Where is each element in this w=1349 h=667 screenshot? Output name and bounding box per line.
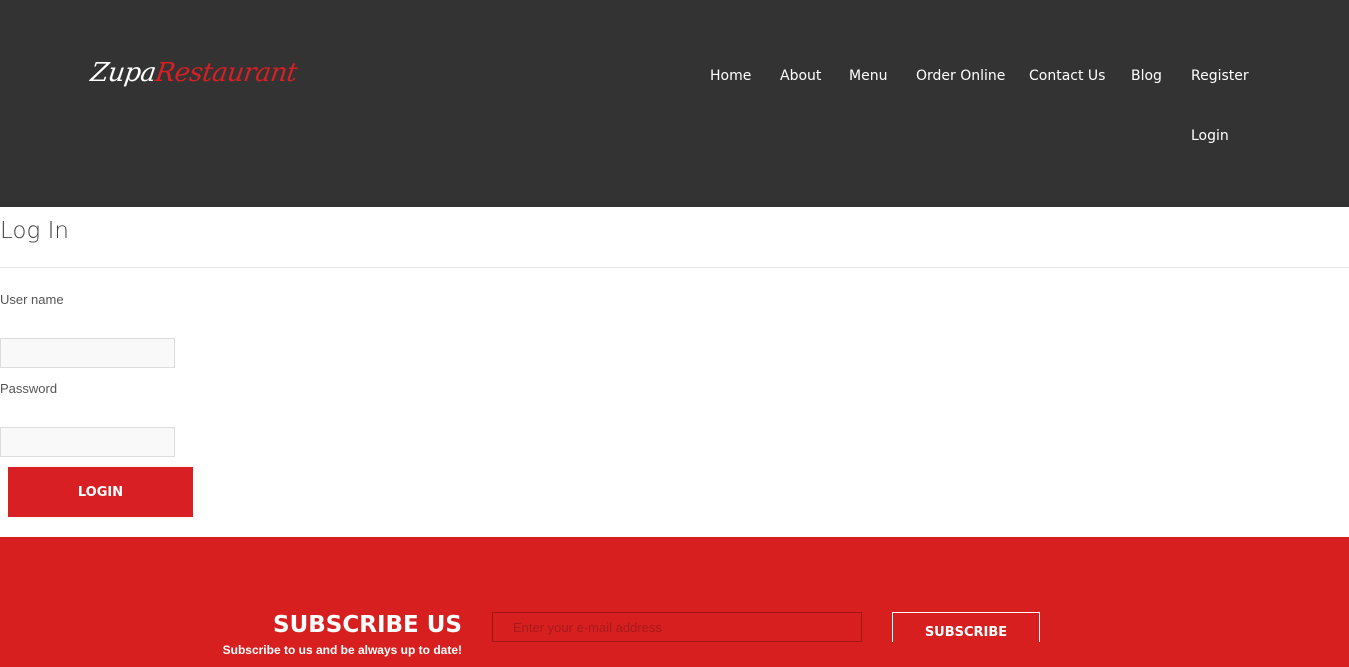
subscribe-button[interactable]: SUBSCRIBE — [892, 612, 1040, 642]
nav-login[interactable]: Login — [1191, 128, 1229, 144]
brand-logo-part2: Restaurant — [153, 58, 299, 88]
page-title: Log In — [0, 218, 69, 244]
site-header: Zupa Restaurant Home About Menu Order Onl… — [0, 0, 1349, 207]
username-input[interactable] — [0, 338, 175, 368]
username-label: User name — [0, 292, 64, 307]
nav-contact-us[interactable]: Contact Us — [1029, 68, 1105, 84]
login-button[interactable]: LOGIN — [8, 467, 193, 517]
password-input[interactable] — [0, 427, 175, 457]
nav-about[interactable]: About — [780, 68, 821, 84]
title-divider — [0, 267, 1349, 268]
password-label: Password — [0, 381, 58, 396]
nav-register[interactable]: Register — [1191, 68, 1249, 84]
nav-blog[interactable]: Blog — [1131, 68, 1162, 84]
brand-logo[interactable]: Zupa Restaurant — [87, 58, 299, 98]
subscribe-email-input[interactable] — [492, 612, 862, 642]
subscribe-title: SUBSCRIBE US — [273, 612, 462, 638]
nav-home[interactable]: Home — [710, 68, 751, 84]
nav-menu[interactable]: Menu — [849, 68, 887, 84]
brand-logo-part1: Zupa — [88, 58, 158, 88]
subscribe-subtitle: Subscribe to us and be always up to date… — [222, 643, 462, 657]
nav-order-online[interactable]: Order Online — [916, 68, 1005, 84]
subscribe-section — [0, 537, 1349, 667]
